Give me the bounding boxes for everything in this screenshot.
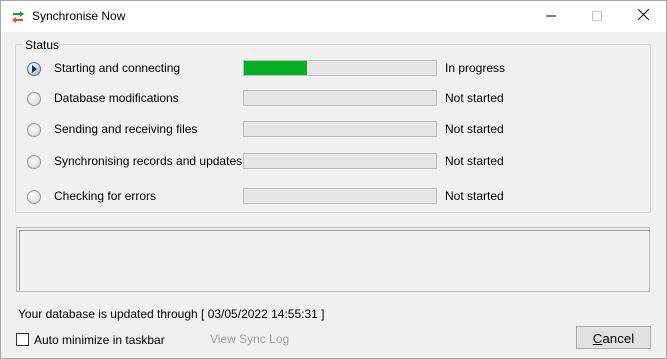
step-label: Sending and receiving files	[54, 122, 198, 136]
step-label: Database modifications	[54, 91, 179, 105]
step-status: In progress	[445, 61, 506, 75]
step-row-connecting: Starting and connecting In progress	[0, 60, 665, 80]
close-button[interactable]	[620, 1, 666, 32]
arrow-right-icon	[32, 65, 37, 73]
minimize-button[interactable]	[528, 1, 574, 32]
step-row-files: Sending and receiving files Not started	[0, 121, 665, 141]
auto-minimize-label[interactable]: Auto minimize in taskbar	[34, 333, 165, 347]
step-indicator	[27, 62, 41, 76]
maximize-button	[574, 1, 620, 32]
progress-bar	[243, 90, 437, 106]
close-icon	[637, 8, 649, 21]
progress-bar	[243, 121, 437, 137]
step-indicator	[27, 92, 41, 106]
sync-log-text	[19, 230, 649, 291]
step-label: Starting and connecting	[54, 61, 181, 75]
step-indicator	[27, 190, 41, 204]
auto-minimize-checkbox[interactable]	[16, 333, 29, 346]
step-row-database: Database modifications Not started	[0, 90, 665, 110]
cancel-button[interactable]: Cancel	[576, 326, 651, 349]
progress-bar	[243, 153, 437, 169]
sync-log-box[interactable]	[16, 227, 650, 292]
step-indicator	[27, 123, 41, 137]
step-row-errors: Checking for errors Not started	[0, 188, 665, 208]
cancel-label-rest: ancel	[602, 331, 635, 346]
progress-bar-fill	[244, 61, 307, 75]
step-label: Checking for errors	[54, 189, 157, 203]
status-group-label: Status	[23, 38, 62, 52]
step-status: Not started	[445, 122, 504, 136]
database-updated-text: Your database is updated through [ 03/05…	[18, 307, 325, 321]
step-status: Not started	[445, 189, 504, 203]
minimize-icon	[546, 15, 556, 17]
maximize-icon	[592, 11, 602, 21]
step-row-records: Synchronising records and updates Not st…	[0, 153, 665, 173]
sync-arrows-icon	[10, 9, 26, 25]
cancel-accelerator: C	[592, 331, 603, 346]
title-bar: Synchronise Now	[1, 1, 666, 32]
step-status: Not started	[445, 154, 504, 168]
step-indicator	[27, 155, 41, 169]
progress-bar	[243, 60, 437, 76]
progress-bar	[243, 188, 437, 204]
window-title: Synchronise Now	[32, 9, 126, 23]
view-sync-log-link[interactable]: View Sync Log	[210, 332, 289, 346]
step-label: Synchronising records and updates	[54, 154, 243, 168]
step-status: Not started	[445, 91, 504, 105]
